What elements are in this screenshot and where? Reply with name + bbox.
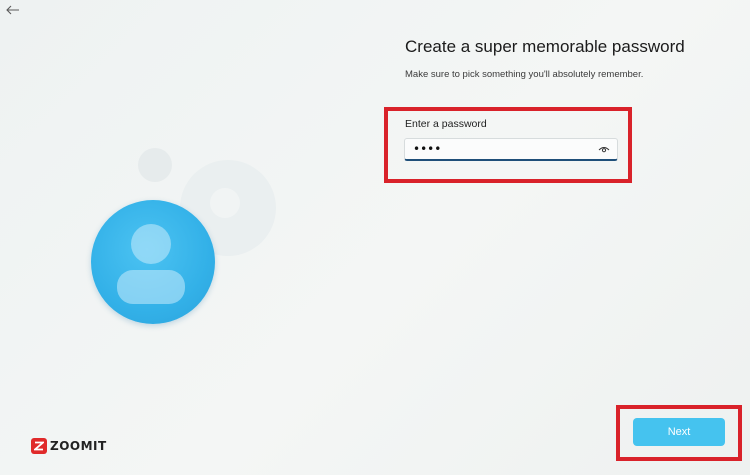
watermark-text: ZOOMIT [50, 439, 107, 453]
zoomit-logo-icon [31, 438, 47, 454]
decorative-circle [138, 148, 172, 182]
page-title: Create a super memorable password [405, 37, 685, 56]
password-masked-value: •••• [413, 142, 442, 156]
user-avatar-icon [91, 200, 215, 324]
back-button[interactable] [2, 0, 24, 20]
eye-icon [598, 146, 610, 152]
avatar-body [117, 270, 185, 304]
page-subtitle: Make sure to pick something you'll absol… [405, 69, 644, 80]
arrow-left-icon [6, 5, 19, 15]
password-label: Enter a password [405, 118, 487, 130]
next-button[interactable]: Next [633, 418, 725, 446]
reveal-password-button[interactable] [597, 143, 611, 155]
watermark-logo: ZOOMIT [31, 437, 107, 455]
password-input[interactable]: •••• [404, 138, 618, 161]
avatar-head [131, 224, 171, 264]
